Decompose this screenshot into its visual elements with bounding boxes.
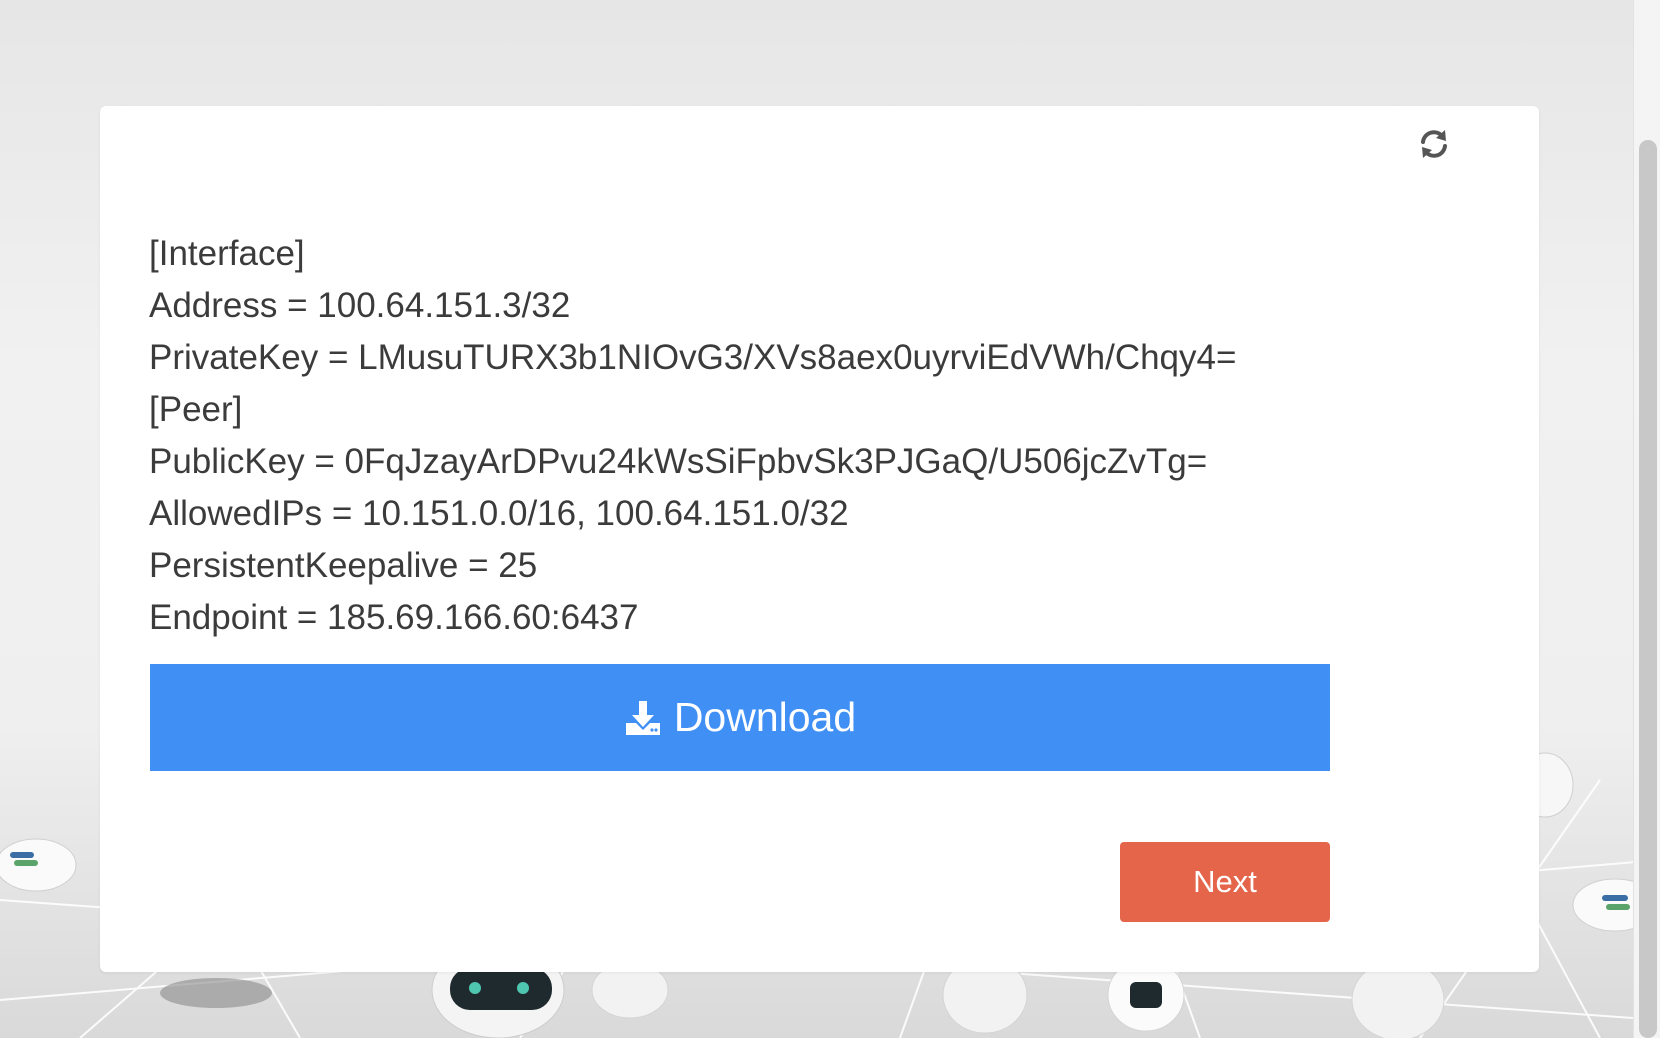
config-line-endpoint: Endpoint = 185.69.166.60:6437 — [149, 598, 639, 637]
config-line-peer-header: [Peer] — [149, 390, 243, 429]
config-card: [Interface] Address = 100.64.151.3/32 Pr… — [100, 106, 1539, 972]
scrollbar-thumb[interactable] — [1639, 140, 1657, 1038]
download-icon — [625, 700, 660, 735]
config-line-interface-header: [Interface] — [149, 234, 305, 273]
config-line-allowed-ips: AllowedIPs = 10.151.0.0/16, 100.64.151.0… — [149, 494, 849, 533]
refresh-icon — [1421, 130, 1447, 158]
download-button[interactable]: Download — [150, 664, 1330, 771]
next-button-label: Next — [1193, 864, 1257, 899]
refresh-button[interactable] — [1416, 126, 1452, 162]
config-line-address: Address = 100.64.151.3/32 — [149, 286, 571, 325]
scrollbar-track[interactable] — [1633, 0, 1660, 1038]
config-line-public-key: PublicKey = 0FqJzayArDPvu24kWsSiFpbvSk3P… — [149, 442, 1208, 481]
config-line-private-key: PrivateKey = LMusuTURX3b1NIOvG3/XVs8aex0… — [149, 338, 1237, 377]
config-line-keepalive: PersistentKeepalive = 25 — [149, 546, 538, 585]
next-button[interactable]: Next — [1120, 842, 1330, 922]
wireguard-config-text: [Interface] Address = 100.64.151.3/32 Pr… — [149, 228, 1236, 644]
download-button-label: Download — [673, 694, 857, 740]
